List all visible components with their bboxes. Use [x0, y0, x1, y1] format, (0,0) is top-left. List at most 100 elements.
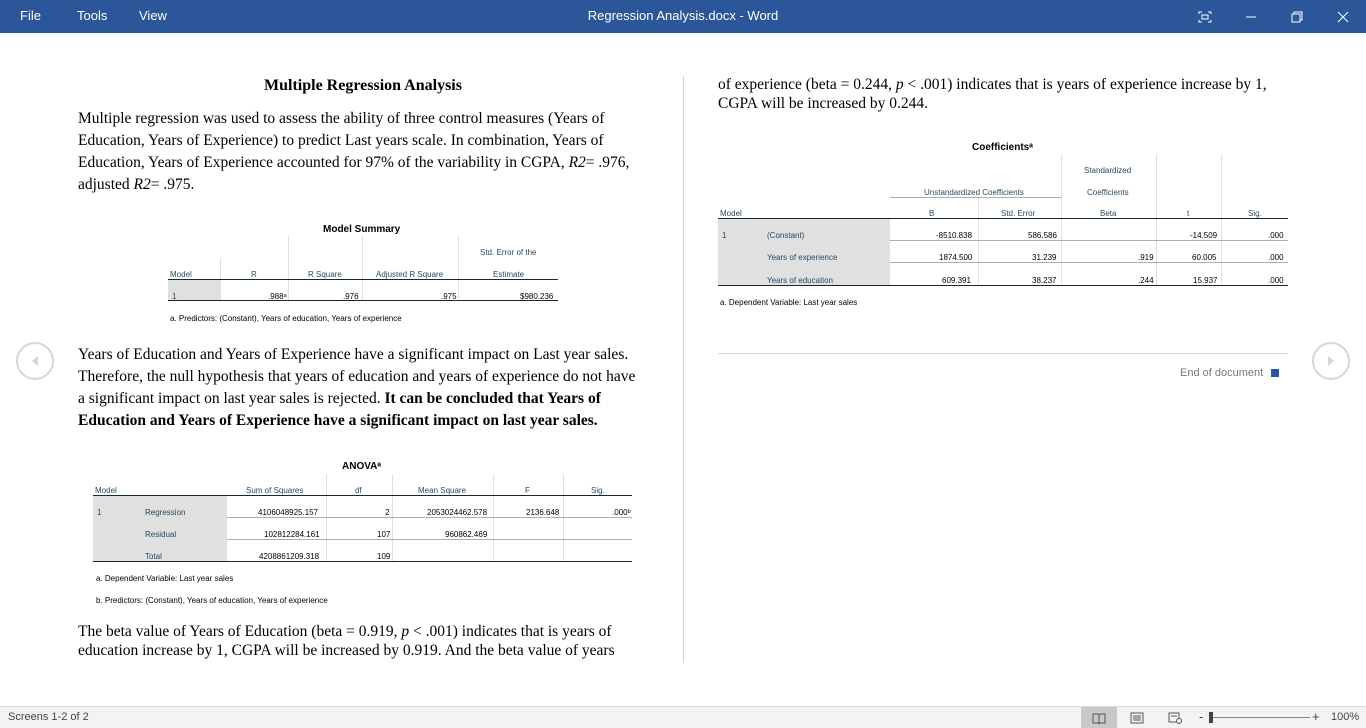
restore-button[interactable] [1274, 0, 1320, 33]
col-header-std-error: Std. Error [1001, 209, 1036, 218]
cell-se: 586.586 [1028, 231, 1057, 240]
text-span: adjusted [78, 176, 134, 193]
cell-t: 15.937 [1193, 276, 1218, 285]
cell-sig: .000 [1268, 276, 1284, 285]
end-marker-icon [1271, 369, 1280, 378]
row-label-education: Years of education [767, 276, 833, 285]
row-label-experience: Years of experience [767, 253, 838, 262]
col-header-std-error: Std. Error of the [480, 248, 537, 257]
col-header-model: Model [170, 270, 192, 279]
text-line: education increase by 1, CGPA will be in… [78, 642, 615, 659]
focus-mode-icon [1198, 11, 1212, 22]
coefficients-footnote: a. Dependent Variable: Last year sales [720, 298, 858, 307]
menu-tools[interactable]: Tools [77, 8, 107, 23]
col-header-model: Model [95, 486, 117, 495]
col-header-df: df [355, 486, 362, 495]
text-line: The beta value of Years of Education (be… [78, 622, 649, 641]
paragraph-conclusion: Years of Education and Years of Experien… [78, 344, 649, 432]
cell-sig: .000 [1268, 253, 1284, 262]
previous-screen-button[interactable] [16, 342, 54, 380]
anova-footnote-b: b. Predictors: (Constant), Years of educ… [96, 596, 328, 605]
model-summary-footnote: a. Predictors: (Constant), Years of educ… [170, 314, 402, 323]
col-header-t: t [1187, 209, 1190, 218]
cell-df: 107 [377, 530, 391, 539]
cell-ms: 960862.469 [445, 530, 488, 539]
restore-icon [1291, 11, 1303, 22]
coefficients-title: Coefficientsᵃ [972, 142, 1034, 153]
adj-r2-value: = .975. [150, 176, 195, 193]
title-bar: File Tools View Regression Analysis.docx… [0, 0, 1366, 33]
cell-b: 1874.500 [939, 253, 973, 262]
row-label-residual: Residual [145, 530, 177, 539]
paragraph-intro: Multiple regression was used to assess t… [78, 108, 649, 196]
cell-sig: .000ᵇ [612, 508, 631, 517]
col-header-standardized: Standardized [1084, 166, 1132, 175]
col-header-mean-square: Mean Square [418, 486, 467, 495]
cell-beta: .244 [1138, 276, 1154, 285]
window-title: Regression Analysis.docx - Word [587, 8, 779, 23]
zoom-slider[interactable] [1210, 717, 1310, 718]
text-line: Education and Years of Experience have a… [78, 410, 649, 432]
text-span: The beta value of Years of Education (be… [78, 623, 402, 640]
next-screen-button[interactable] [1312, 342, 1350, 380]
row-label-constant: (Constant) [767, 231, 805, 240]
zoom-in-button[interactable]: + [1312, 709, 1320, 724]
print-layout-button[interactable] [1119, 707, 1155, 728]
col-header-model: Model [720, 209, 742, 218]
row-model-number: 1 [97, 508, 102, 517]
text-line: Years of Education and Years of Experien… [78, 346, 629, 363]
r2-label: R2 [568, 154, 586, 171]
cell-sig: .000 [1268, 231, 1284, 240]
cell-beta: .919 [1138, 253, 1154, 262]
minimize-icon [1246, 16, 1256, 17]
p-label: p [401, 623, 410, 640]
chevron-right-icon [1328, 356, 1334, 366]
p-label: p [895, 76, 904, 93]
text-span: < .001) indicates that is years of [409, 623, 612, 640]
col-header-r: R [251, 270, 257, 279]
r2-value: = .976, [585, 154, 630, 171]
cell-t: 60.005 [1192, 253, 1217, 262]
bold-text: It can be concluded that Years of [384, 390, 601, 407]
end-of-document: End of document [1180, 367, 1280, 379]
cell-ss: 4208861209.318 [259, 552, 320, 561]
end-label: End of document [1180, 367, 1264, 379]
zoom-level[interactable]: 100% [1331, 711, 1359, 723]
bold-text: Education and Years of Experience have a… [78, 412, 598, 429]
text-span: a significant impact on last year sales … [78, 390, 385, 407]
cell-se: 31.239 [1032, 253, 1057, 262]
cell-df: 109 [377, 552, 391, 561]
menu-view[interactable]: View [139, 8, 167, 23]
text-line: CGPA will be increased by 0.244. [718, 95, 928, 112]
close-icon [1337, 11, 1349, 22]
text-span: Education, Years of Experience accounted… [78, 154, 569, 171]
col-header-r-square: R Square [308, 270, 342, 279]
read-mode-button[interactable] [1081, 707, 1117, 728]
text-line: of experience (beta = 0.244, p < .001) i… [718, 75, 1288, 94]
cell-se: 38.237 [1032, 276, 1057, 285]
close-button[interactable] [1320, 0, 1366, 33]
chevron-left-icon [32, 356, 38, 366]
status-bar: Screens 1-2 of 2 - + 100% [0, 706, 1366, 728]
col-header-unstandardized: Unstandardized Coefficients [924, 188, 1024, 197]
book-icon [1092, 713, 1106, 724]
text-span: of experience (beta = 0.244, [718, 76, 896, 93]
menu-file[interactable]: File [20, 8, 41, 23]
web-layout-icon [1168, 712, 1182, 724]
col-header-sig: Sig. [1248, 209, 1262, 218]
col-header-sig: Sig. [591, 486, 605, 495]
focus-mode-button[interactable] [1182, 0, 1228, 33]
zoom-slider-thumb[interactable] [1209, 712, 1213, 723]
anova-title: ANOVAᵃ [342, 461, 382, 472]
cell-ss: 102812284.161 [264, 530, 320, 539]
anova-footnote-a: a. Dependent Variable: Last year sales [96, 574, 234, 583]
web-layout-button[interactable] [1157, 707, 1193, 728]
page-heading: Multiple Regression Analysis [264, 77, 462, 94]
text-line: Therefore, the null hypothesis that year… [78, 368, 636, 385]
minimize-button[interactable] [1228, 0, 1274, 33]
paragraph-beta-continued: of experience (beta = 0.244, p < .001) i… [718, 75, 1288, 113]
text-line: adjusted R2= .975. [78, 174, 649, 196]
text-line: Multiple regression was used to assess t… [78, 110, 605, 127]
row-label-total: Total [145, 552, 162, 561]
zoom-out-button[interactable]: - [1199, 709, 1203, 724]
